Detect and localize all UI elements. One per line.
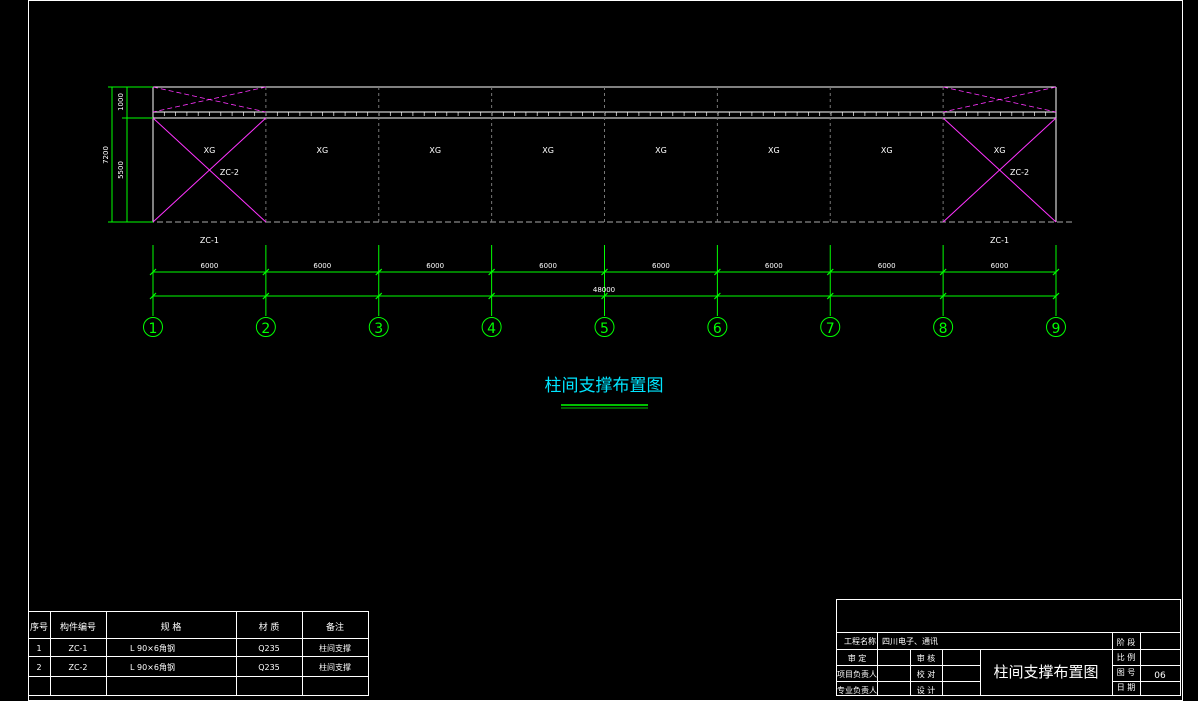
bay-label: XG bbox=[655, 146, 667, 155]
cad-drawing-sheet: 1000 5500 7200 XG ZC-2 ZC-1 XG XG XG XG XG XG XG Z… bbox=[28, 0, 1183, 701]
bay-dimension-text: 6000 bbox=[991, 262, 1009, 270]
table-cell: 柱间支撑 bbox=[319, 643, 351, 653]
bay-label: XG bbox=[204, 146, 216, 155]
member-table: 序号 构件编号 规 格 材 质 备注 1 ZC-1 L 90×6角钢 Q235 柱间支撑 2 ZC-2… bbox=[28, 611, 369, 696]
check-label: 设 计 bbox=[917, 685, 936, 695]
axis-label: 9 bbox=[1052, 321, 1061, 337]
vertical-dimension: 1000 5500 7200 bbox=[102, 86, 153, 223]
bay-label: XG bbox=[881, 146, 893, 155]
table-cell: 1 bbox=[36, 644, 41, 653]
check-label: 校 对 bbox=[917, 669, 936, 679]
axis-label: 1 bbox=[149, 321, 158, 337]
role-label: 审 定 bbox=[848, 653, 867, 663]
bay-dimension-text: 6000 bbox=[765, 262, 783, 270]
info-label: 阶 段 bbox=[1117, 637, 1136, 647]
sheet-border bbox=[28, 0, 1183, 701]
bay-dimension-text: 6000 bbox=[201, 262, 219, 270]
bay-dimension-text: 6000 bbox=[539, 262, 557, 270]
bay-label: XG bbox=[316, 146, 328, 155]
bay-dimension-text: 6000 bbox=[878, 262, 896, 270]
axis-bubbles: 1 2 3 4 5 6 7 8 9 bbox=[143, 317, 1066, 337]
brace-label: ZC-2 bbox=[220, 168, 239, 177]
vertical-dim-middle: 5500 bbox=[117, 161, 125, 179]
table-header: 构件编号 bbox=[60, 621, 96, 633]
brace-label: ZC-2 bbox=[1010, 168, 1029, 177]
info-label: 比 例 bbox=[1117, 652, 1136, 662]
axis-label: 3 bbox=[374, 321, 383, 337]
project-name: 四川电子、通讯 bbox=[882, 636, 938, 646]
bay-labels: XG ZC-2 ZC-1 XG XG XG XG XG XG XG ZC-2 ZC-1 bbox=[200, 146, 1029, 245]
role-label: 项目负责人 bbox=[837, 669, 877, 679]
info-label: 图 号 bbox=[1117, 668, 1136, 677]
drawing-number: 06 bbox=[1154, 671, 1166, 681]
bay-dimension-text: 6000 bbox=[426, 262, 444, 270]
drawing-title: 柱间支撑布置图 bbox=[545, 376, 664, 396]
role-label: 专业负责人 bbox=[837, 685, 877, 695]
axis-label: 5 bbox=[600, 321, 609, 337]
table-cell: L 90×6角钢 bbox=[130, 643, 175, 653]
table-header: 规 格 bbox=[161, 621, 182, 633]
table-cell: Q235 bbox=[258, 644, 280, 653]
brace-bottom-label: ZC-1 bbox=[990, 236, 1009, 245]
bay-label: XG bbox=[994, 146, 1006, 155]
brace-bottom-label: ZC-1 bbox=[200, 236, 219, 245]
check-label: 审 核 bbox=[917, 653, 936, 663]
bay-dimension-text: 6000 bbox=[313, 262, 331, 270]
table-header: 材 质 bbox=[259, 621, 280, 633]
bay-label: XG bbox=[542, 146, 554, 155]
bracing-elevation: 1000 5500 7200 XG ZC-2 ZC-1 XG XG XG XG XG XG XG Z… bbox=[102, 86, 1075, 409]
bay-label: XG bbox=[429, 146, 441, 155]
table-cell: 2 bbox=[36, 663, 41, 672]
axis-label: 6 bbox=[713, 321, 722, 337]
title-block: 工程名称 四川电子、通讯 柱间支撑布置图 06 审 定项目负责人专业负责人 审 核… bbox=[836, 599, 1181, 696]
vertical-dim-overall: 7200 bbox=[102, 146, 110, 164]
table-cell: Q235 bbox=[258, 663, 280, 672]
axis-label: 4 bbox=[487, 321, 496, 337]
total-dimension-text: 48000 bbox=[593, 286, 615, 294]
table-cell: ZC-2 bbox=[68, 663, 87, 672]
info-label: 日 期 bbox=[1117, 683, 1136, 692]
table-cell: 柱间支撑 bbox=[319, 662, 351, 672]
table-header: 备注 bbox=[326, 621, 344, 633]
bay-dimension-text: 6000 bbox=[652, 262, 670, 270]
table-header: 序号 bbox=[30, 621, 48, 633]
project-label: 工程名称 bbox=[844, 636, 876, 646]
bay-label: XG bbox=[768, 146, 780, 155]
purlin-ticks bbox=[152, 112, 1047, 116]
axis-label: 7 bbox=[826, 321, 835, 337]
axis-label: 8 bbox=[939, 321, 948, 337]
table-cell: L 90×6角钢 bbox=[130, 662, 175, 672]
vertical-dim-top: 1000 bbox=[117, 93, 125, 111]
title-block-title: 柱间支撑布置图 bbox=[993, 663, 1098, 681]
table-cell: ZC-1 bbox=[68, 644, 87, 653]
column-lines bbox=[149, 87, 1060, 316]
axis-label: 2 bbox=[261, 321, 270, 337]
